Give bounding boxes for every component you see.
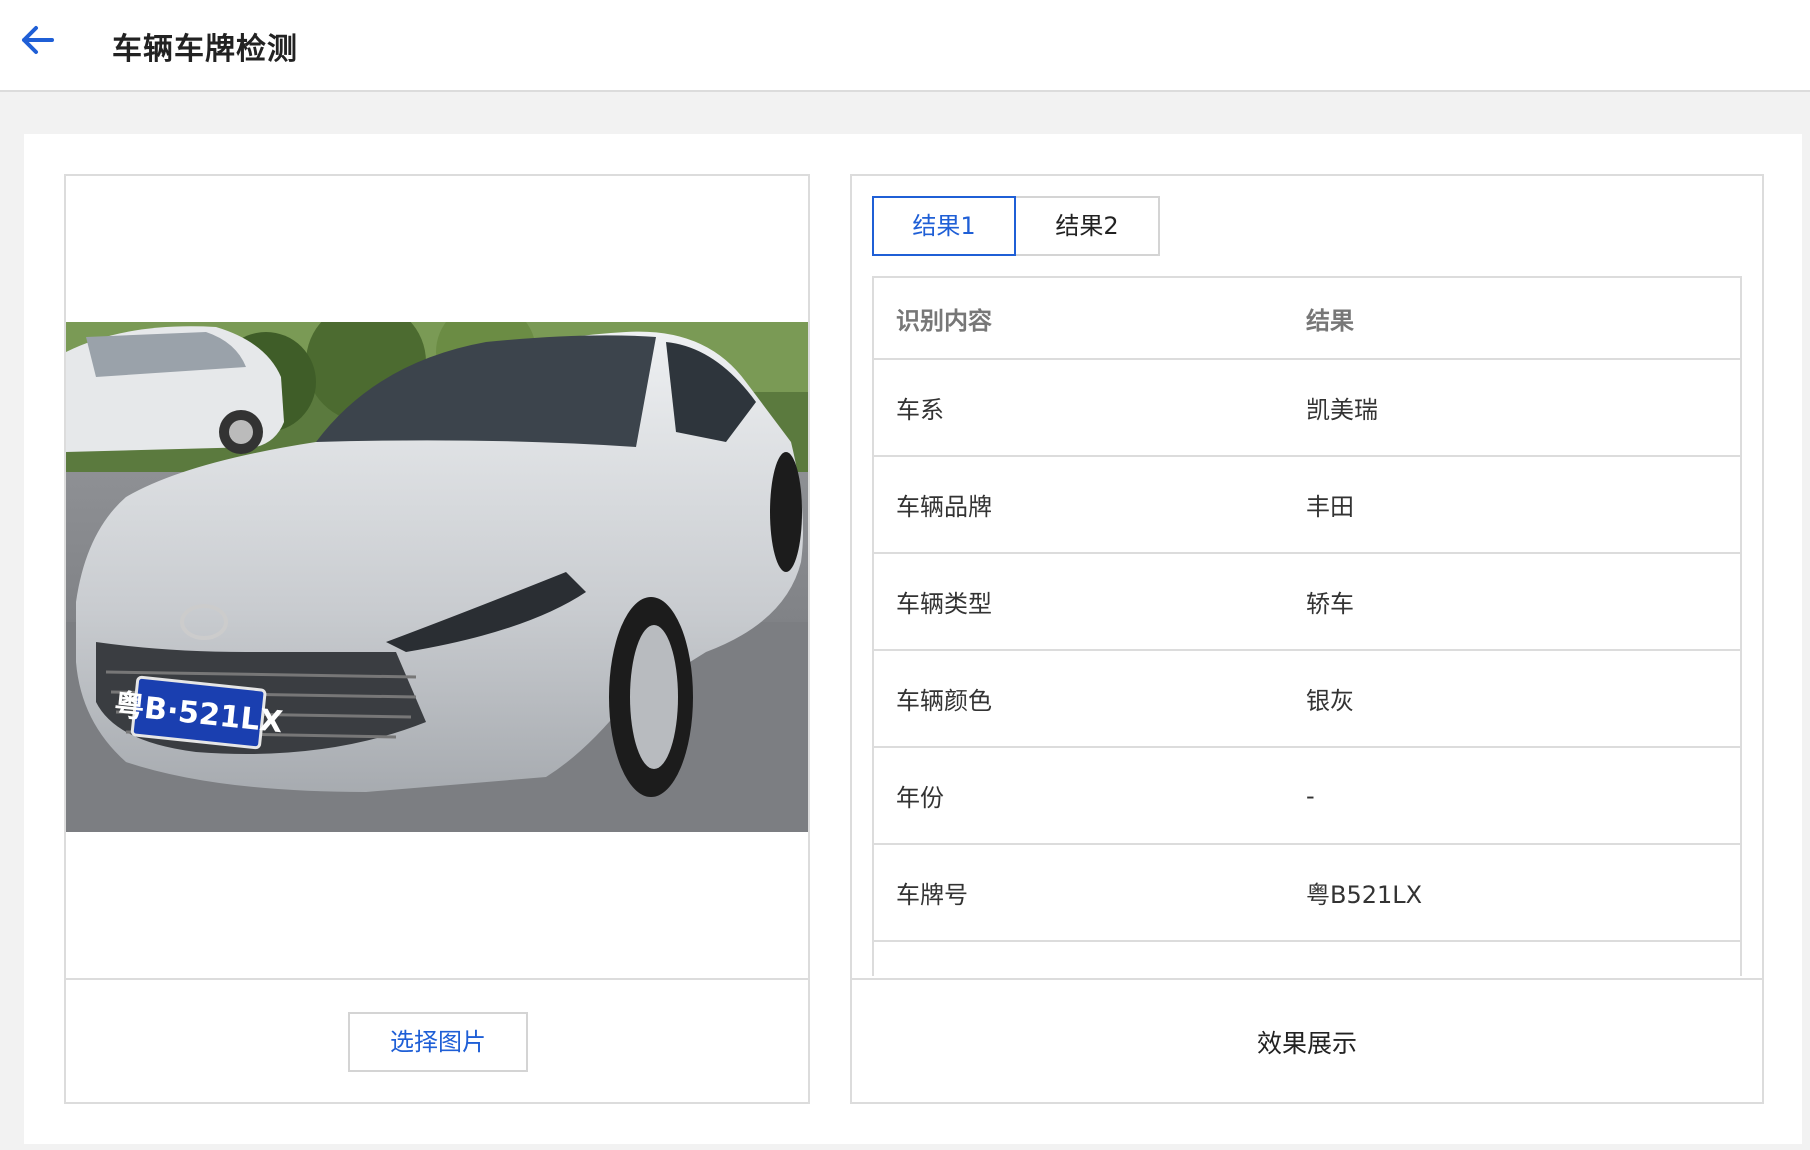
page-title: 车辆车牌检测 [112,32,298,67]
row-value: 丰田 [1306,493,1354,521]
image-panel-footer: 选择图片 [66,978,808,1102]
select-image-button[interactable]: 选择图片 [348,1012,528,1072]
table-row: 年份 - [874,748,1740,845]
row-label: 车牌号 [896,881,968,909]
table-row: 车系 凯美瑞 [874,360,1740,457]
column-header-result: 结果 [1306,306,1354,335]
row-label: 车系 [896,396,944,424]
row-label: 车辆品牌 [896,493,992,521]
row-value: - [1306,781,1315,810]
row-label: 车辆颜色 [896,687,992,715]
column-header-content: 识别内容 [896,306,992,335]
effect-display-label: 效果展示 [1256,1029,1357,1058]
table-row [874,942,1740,976]
table-row: 车牌号 粤B521LX [874,845,1740,942]
result-panel: 结果1 结果2 识别内容 结果 车系 凯美瑞 车辆品牌 丰田 车辆类型 轿车 车… [850,174,1764,1104]
result-tabs: 结果1 结果2 [872,196,1160,256]
row-value: 粤B521LX [1306,881,1423,909]
back-arrow-icon[interactable] [18,20,58,60]
result-table: 识别内容 结果 车系 凯美瑞 车辆品牌 丰田 车辆类型 轿车 车辆颜色 银灰 年… [872,276,1742,976]
table-row: 车辆颜色 银灰 [874,651,1740,748]
table-row: 车辆类型 轿车 [874,554,1740,651]
result-panel-footer: 效果展示 [852,978,1762,1102]
row-value: 银灰 [1306,687,1354,715]
row-label: 车辆类型 [896,590,992,618]
table-row: 车辆品牌 丰田 [874,457,1740,554]
row-value: 轿车 [1306,590,1354,618]
table-header-row: 识别内容 结果 [874,278,1740,360]
image-preview-area: 粤B·521LX [66,176,808,978]
row-value: 凯美瑞 [1306,396,1378,424]
top-bar: 车辆车牌检测 [0,0,1810,92]
car-photo: 粤B·521LX [66,322,808,832]
row-label: 年份 [896,784,944,812]
tab-result-1[interactable]: 结果1 [872,196,1016,256]
image-panel: 粤B·521LX 选择图片 [64,174,810,1104]
tab-result-2[interactable]: 结果2 [1016,196,1160,256]
